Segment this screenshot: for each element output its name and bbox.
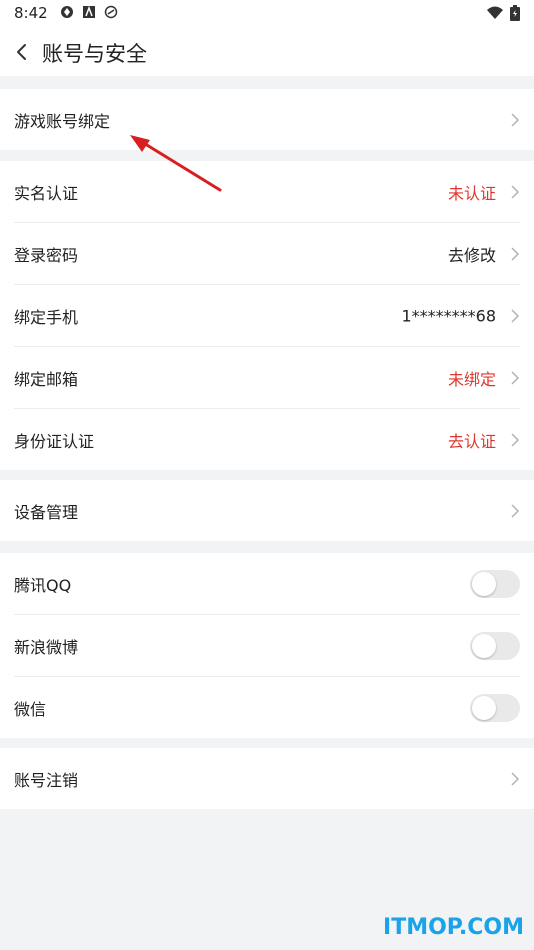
wechat-toggle[interactable] — [470, 693, 520, 722]
status-left-icons — [60, 5, 118, 19]
wifi-icon — [487, 6, 503, 19]
section-device: 设备管理 — [0, 480, 534, 541]
chevron-right-icon — [511, 246, 520, 261]
status-value: 未绑定 — [447, 369, 496, 389]
qq-toggle[interactable] — [470, 569, 520, 598]
status-right-icons — [486, 5, 520, 21]
row-account-cancellation[interactable]: 账号注销 — [14, 748, 520, 809]
weibo-toggle[interactable] — [470, 631, 520, 660]
row-label: 绑定邮箱 — [14, 369, 79, 389]
row-label: 微信 — [14, 699, 47, 719]
toggle-knob — [472, 695, 496, 720]
row-label: 登录密码 — [14, 245, 79, 265]
row-bind-phone[interactable]: 绑定手机 1********68 — [14, 285, 520, 347]
row-label: 身份证认证 — [14, 431, 95, 451]
chevron-right-icon — [511, 308, 520, 323]
row-tencent-qq: 腾讯QQ — [14, 553, 520, 615]
status-icon-2 — [83, 5, 95, 18]
page-title: 账号与安全 — [42, 42, 147, 66]
section-cancel: 账号注销 — [0, 748, 534, 809]
row-game-account-binding[interactable]: 游戏账号绑定 — [14, 89, 520, 150]
chevron-right-icon — [511, 112, 520, 127]
row-label: 游戏账号绑定 — [14, 111, 111, 131]
chevron-right-icon — [511, 370, 520, 385]
status-icon-3 — [104, 5, 118, 19]
row-wechat: 微信 — [14, 677, 520, 738]
row-login-password[interactable]: 登录密码 去修改 — [14, 223, 520, 285]
status-icon-1 — [61, 6, 73, 18]
row-device-management[interactable]: 设备管理 — [14, 480, 520, 541]
chevron-right-icon — [511, 771, 520, 786]
row-real-name-verification[interactable]: 实名认证 未认证 — [14, 161, 520, 223]
chevron-right-icon — [511, 184, 520, 199]
header: 账号与安全 — [0, 28, 534, 76]
section-security: 实名认证 未认证 登录密码 去修改 绑定手机 1********68 绑定邮箱 … — [0, 161, 534, 470]
row-label: 腾讯QQ — [14, 575, 72, 595]
status-bar: 8:42 — [0, 0, 534, 28]
back-button[interactable] — [12, 40, 34, 64]
status-value: 未认证 — [447, 183, 496, 203]
row-label: 新浪微博 — [14, 637, 79, 657]
section-social: 腾讯QQ 新浪微博 微信 — [0, 553, 534, 738]
status-time: 8:42 — [14, 4, 48, 22]
annotation-arrow-icon — [130, 135, 222, 192]
row-sina-weibo: 新浪微博 — [14, 615, 520, 677]
section-game-binding: 游戏账号绑定 — [0, 89, 534, 150]
row-bind-email[interactable]: 绑定邮箱 未绑定 — [14, 347, 520, 409]
status-value: 去修改 — [447, 245, 496, 265]
row-id-verification[interactable]: 身份证认证 去认证 — [14, 409, 520, 470]
battery-icon — [510, 5, 520, 21]
status-value: 去认证 — [447, 431, 496, 451]
row-label: 实名认证 — [14, 183, 79, 203]
chevron-right-icon — [511, 432, 520, 447]
row-label: 设备管理 — [14, 502, 79, 522]
status-value: 1********68 — [401, 306, 496, 325]
row-label: 绑定手机 — [14, 307, 79, 327]
toggle-knob — [472, 633, 496, 658]
toggle-knob — [472, 571, 496, 596]
watermark: ITMOP.COM — [383, 915, 524, 940]
row-label: 账号注销 — [14, 770, 79, 790]
chevron-right-icon — [511, 503, 520, 518]
